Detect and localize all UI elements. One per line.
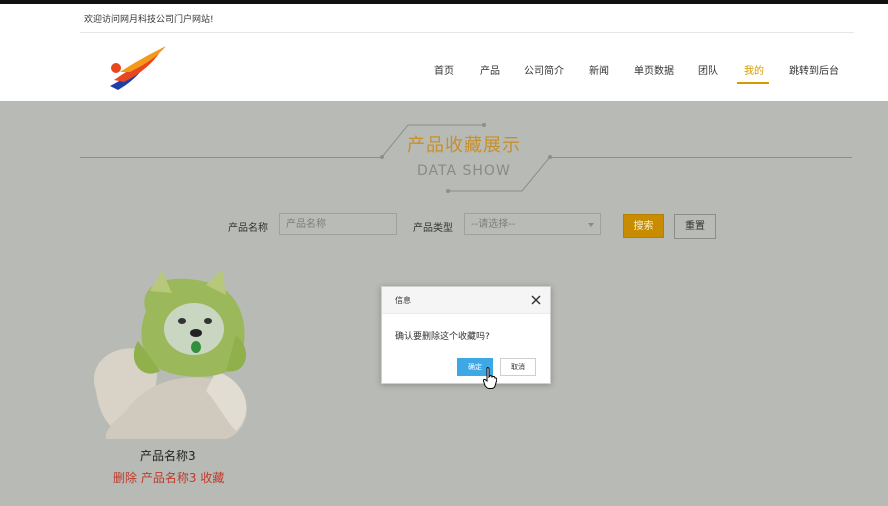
hand-cursor-icon <box>483 367 497 389</box>
product-type-label: 产品类型 <box>413 223 453 234</box>
cabbage-dog-image[interactable] <box>86 271 256 439</box>
nav-news[interactable]: 新闻 <box>589 62 609 77</box>
nav-active-underline <box>737 82 769 84</box>
nav-company-intro[interactable]: 公司简介 <box>524 62 564 77</box>
product-type-selected: --请选择-- <box>471 219 516 230</box>
product-actions: 删除 产品名称3 收藏 <box>113 469 224 486</box>
product-fav-name: 产品名称3 <box>140 471 197 485</box>
product-name-input[interactable]: 产品名称 <box>279 213 397 235</box>
product-name-label: 产品名称 <box>228 223 268 234</box>
delete-link[interactable]: 删除 <box>113 471 137 485</box>
product-name: 产品名称3 <box>140 449 196 463</box>
title-decor-line-right <box>548 157 852 158</box>
cancel-button[interactable]: 取消 <box>500 358 536 376</box>
favorite-link[interactable]: 收藏 <box>200 471 224 485</box>
confirm-dialog: 信息 确认要删除这个收藏吗? 确定 取消 <box>381 286 551 384</box>
close-icon[interactable] <box>530 294 542 306</box>
chevron-down-icon <box>588 223 594 227</box>
dialog-header: 信息 <box>382 287 550 314</box>
header-divider <box>80 32 854 33</box>
top-bar <box>0 0 888 4</box>
product-type-select[interactable]: --请选择-- <box>464 213 601 235</box>
page-title: 产品收藏展示 <box>407 135 521 156</box>
title-decor-line-left <box>80 157 382 158</box>
welcome-text: 欢迎访问网月科技公司门户网站! <box>84 15 214 25</box>
dialog-message: 确认要删除这个收藏吗? <box>395 332 490 342</box>
dialog-title: 信息 <box>395 296 411 305</box>
nav-single-page-data[interactable]: 单页数据 <box>634 62 674 77</box>
page-subtitle: DATA SHOW <box>417 163 511 179</box>
nav-products[interactable]: 产品 <box>480 62 500 77</box>
nav-home[interactable]: 首页 <box>434 62 454 77</box>
nav-mine[interactable]: 我的 <box>744 62 764 77</box>
search-button[interactable]: 搜索 <box>623 214 664 238</box>
reset-button[interactable]: 重置 <box>674 214 716 239</box>
nav-backend[interactable]: 跳转到后台 <box>789 62 839 77</box>
nav-team[interactable]: 团队 <box>698 62 718 77</box>
